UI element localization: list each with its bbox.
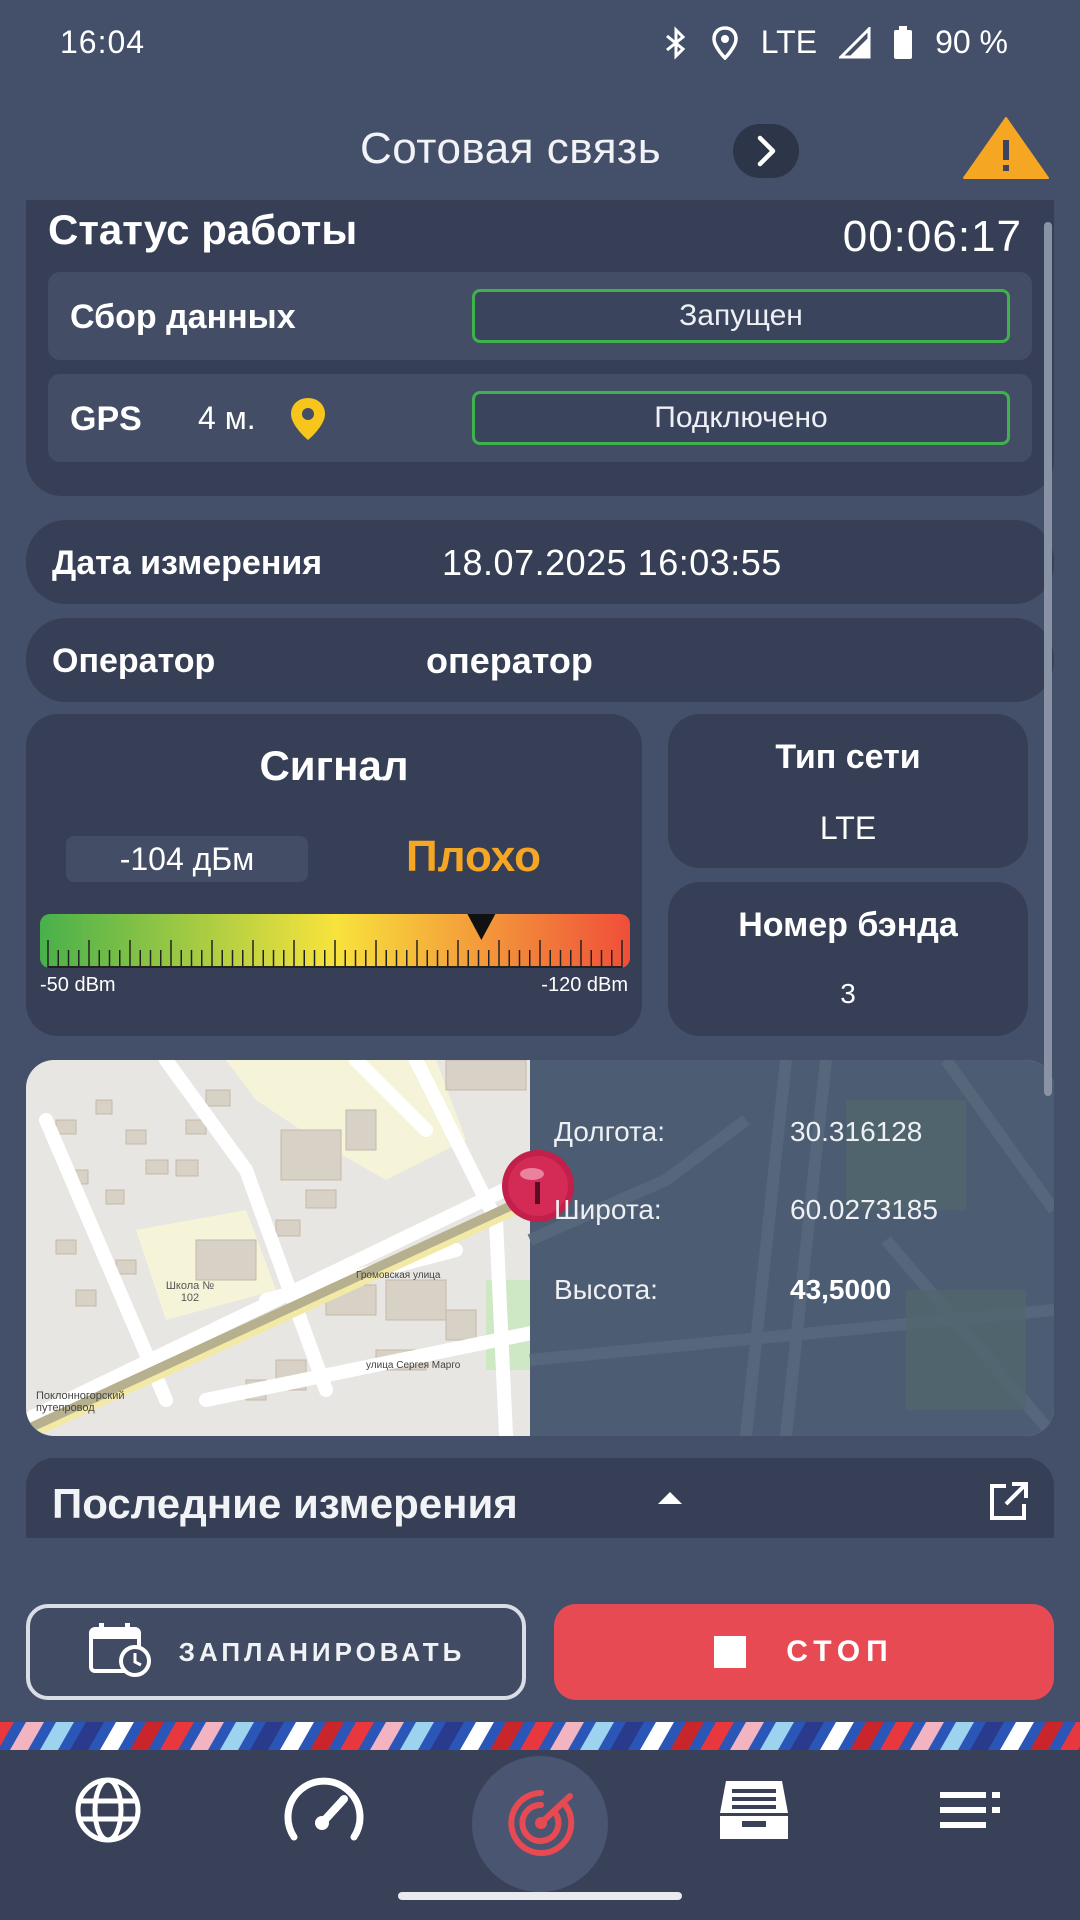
home-indicator[interactable] <box>398 1892 682 1900</box>
band-label: Номер бэнда <box>738 906 958 944</box>
latitude-label: Широта: <box>554 1194 662 1225</box>
location-icon <box>711 25 739 60</box>
last-measurements-title: Последние измерения <box>52 1480 518 1527</box>
archive-icon <box>720 1781 788 1839</box>
measurement-date-card: Дата измерения 18.07.2025 16:03:55 <box>26 520 1054 604</box>
status-title: Статус работы <box>48 206 358 253</box>
gps-row: GPS 4 м. Подключено <box>48 374 1032 462</box>
warning-icon[interactable] <box>962 116 1050 185</box>
operator-card: Оператор оператор <box>26 618 1054 702</box>
map-label-street3: улица Сергея Марго <box>366 1360 461 1371</box>
signal-title: Сигнал <box>259 742 409 789</box>
stop-button[interactable]: СТОП <box>554 1604 1054 1700</box>
calendar-clock-icon <box>87 1621 153 1684</box>
gps-accuracy: 4 м. <box>198 400 256 436</box>
operator-label: Оператор <box>52 642 216 680</box>
radar-icon <box>508 1790 575 1856</box>
gps-label: GPS <box>70 400 142 438</box>
status-bar: 16:04 LTE 90 % <box>0 0 1080 90</box>
band-card: Номер бэнда 3 <box>668 882 1028 1036</box>
chevron-right-icon <box>757 135 776 167</box>
longitude-value: 30.316128 <box>790 1116 923 1147</box>
menu-icon <box>940 1792 1000 1828</box>
collapse-arrow-icon[interactable] <box>656 1490 684 1511</box>
scale-min-label: -50 dBm <box>40 974 116 996</box>
signal-value: -104 дБм <box>66 836 308 882</box>
data-collection-label: Сбор данных <box>70 298 296 336</box>
map-label-street2: Громовская улица <box>356 1270 441 1281</box>
battery-level: 90 % <box>935 24 1008 60</box>
globe-icon <box>75 1777 141 1843</box>
speedometer-icon <box>284 1777 364 1841</box>
stop-button-label: СТОП <box>786 1635 894 1668</box>
last-measurements-header[interactable]: Последние измерения <box>26 1458 1054 1538</box>
nav-speed[interactable] <box>264 1750 384 1870</box>
gps-pin-icon <box>288 396 328 447</box>
latitude-value: 60.0273185 <box>790 1194 938 1225</box>
map-label-school: Школа № 102 <box>165 1280 215 1304</box>
data-collection-row: Сбор данных Запущен <box>48 272 1032 360</box>
operator-value: оператор <box>426 640 593 681</box>
gps-status-badge: Подключено <box>472 391 1010 445</box>
schedule-button[interactable]: ЗАПЛАНИРОВАТЬ <box>26 1604 526 1700</box>
stop-icon <box>714 1636 747 1668</box>
scrollbar[interactable] <box>1044 222 1052 1096</box>
data-collection-status-badge: Запущен <box>472 289 1010 343</box>
map-card[interactable]: Долгота: 30.316128 Широта: 60.0273185 Вы… <box>26 1060 1054 1436</box>
decorative-stripe <box>0 1722 1080 1750</box>
network-type-value: LTE <box>819 810 877 846</box>
longitude-label: Долгота: <box>554 1116 665 1147</box>
page-title[interactable]: Сотовая связь <box>360 124 661 174</box>
bluetooth-icon <box>663 25 689 60</box>
network-type-card: Тип сети LTE <box>668 714 1028 868</box>
status-icons: LTE 90 % <box>663 24 1008 61</box>
measurement-date-value: 18.07.2025 16:03:55 <box>442 542 782 583</box>
signal-strength-icon <box>839 26 871 59</box>
measurement-date-label: Дата измерения <box>52 544 323 582</box>
nav-globe[interactable] <box>48 1750 168 1870</box>
nav-radar[interactable] <box>472 1756 608 1892</box>
nav-archive[interactable] <box>694 1750 814 1870</box>
altitude-label: Высота: <box>554 1274 658 1305</box>
battery-icon <box>893 25 913 60</box>
schedule-button-label: ЗАПЛАНИРОВАТЬ <box>178 1636 466 1667</box>
session-timer: 00:06:17 <box>842 212 1022 261</box>
scale-max-label: -120 dBm <box>541 974 628 996</box>
signal-quality: Плохо <box>406 832 542 881</box>
nav-menu[interactable] <box>912 1750 1032 1870</box>
open-external-icon[interactable] <box>986 1480 1030 1529</box>
chevron-right-button[interactable] <box>733 124 799 178</box>
map-label-bridge: Поклонногорский путепровод <box>36 1390 125 1414</box>
signal-gauge <box>40 914 630 970</box>
network-type: LTE <box>760 24 818 60</box>
altitude-value: 43,5000 <box>790 1274 892 1305</box>
status-time: 16:04 <box>60 24 146 60</box>
band-value: 3 <box>840 978 856 1009</box>
network-type-label: Тип сети <box>775 738 921 776</box>
signal-card: Сигнал -104 дБм Плохо -50 dBm -120 dBm <box>26 714 642 1036</box>
